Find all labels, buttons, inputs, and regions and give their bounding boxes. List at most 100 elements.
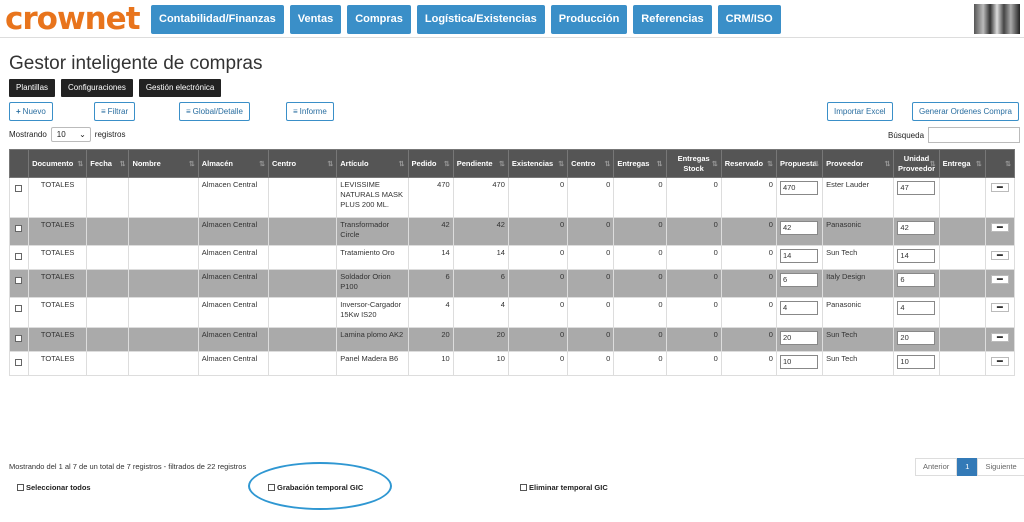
avatar[interactable]: [974, 4, 1020, 34]
unidad-proveedor-input[interactable]: 10: [897, 355, 936, 369]
nuevo-button[interactable]: + Nuevo: [9, 102, 53, 121]
tab-plantillas[interactable]: Plantillas: [9, 79, 56, 97]
tab-configuraciones[interactable]: Configuraciones: [61, 79, 133, 97]
column-header[interactable]: Fecha ⇅: [86, 149, 130, 178]
cell-entregas-stock: 0: [665, 177, 722, 218]
propuesta-input[interactable]: 10: [779, 355, 818, 369]
importar-excel-button[interactable]: Importar Excel: [827, 102, 893, 121]
column-header[interactable]: Pedido ⇅: [407, 149, 454, 178]
cell-entregas-stock: 0: [665, 327, 722, 352]
prev-page-button[interactable]: Anterior: [915, 458, 958, 476]
nav-produccion[interactable]: Producción: [550, 5, 628, 34]
table-row[interactable]: TOTALES Almacen Central Soldador Orion P10…: [8, 269, 1016, 298]
truck-icon[interactable]: ▬: [990, 333, 1009, 342]
cell-centro-qty: 0: [567, 351, 615, 376]
global-detalle-button[interactable]: ≡ Global/Detalle: [179, 102, 250, 121]
truck-icon[interactable]: ▬: [990, 303, 1009, 312]
column-header[interactable]: Proveedor ⇅: [822, 149, 895, 178]
unidad-proveedor-input[interactable]: 14: [897, 249, 936, 263]
column-header[interactable]: Entrega ⇅: [938, 149, 986, 178]
unidad-proveedor-input[interactable]: 20: [897, 331, 936, 345]
informe-button[interactable]: ≡ Informe: [286, 102, 334, 121]
unidad-proveedor-input[interactable]: 47: [897, 181, 936, 195]
eliminar-temporal-checkbox[interactable]: Eliminar temporal GIC: [520, 483, 608, 492]
column-header[interactable]: Almacén ⇅: [197, 149, 269, 178]
generar-ordenes-button[interactable]: Generar Ordenes Compra: [912, 102, 1019, 121]
entries-control: Mostrando 10 ⌄ registros: [9, 127, 125, 142]
filtrar-button[interactable]: ≡ Filtrar: [94, 102, 136, 121]
cell-pedido: 6: [407, 269, 454, 298]
column-header[interactable]: Unidad Proveedor ⇅: [893, 149, 940, 178]
cell-fecha: [86, 297, 130, 328]
entries-select[interactable]: 10 ⌄: [50, 127, 91, 142]
nav-referencias[interactable]: Referencias: [633, 5, 712, 34]
search-input[interactable]: [928, 127, 1021, 143]
select-all-label: Seleccionar todos: [26, 483, 91, 492]
cell-almacen: Almacen Central: [197, 297, 269, 328]
nuevo-label: Nuevo: [22, 107, 46, 116]
truck-icon[interactable]: ▬: [990, 251, 1009, 260]
row-checkbox[interactable]: [8, 245, 30, 270]
column-header-label: Entregas: [617, 158, 650, 168]
propuesta-input[interactable]: 42: [779, 221, 818, 235]
column-header[interactable]: Nombre ⇅: [128, 149, 199, 178]
checkbox-icon: [15, 277, 22, 284]
table-row[interactable]: TOTALES Almacen Central Panel Madera B6 10 1…: [8, 351, 1016, 376]
row-checkbox[interactable]: [8, 351, 30, 376]
cell-articulo: Lamina plomo AK2: [336, 327, 409, 352]
column-header[interactable]: Existencias ⇅: [507, 149, 569, 178]
column-header[interactable]: Entregas ⇅: [613, 149, 667, 178]
cell-entrega: [938, 177, 986, 218]
column-header[interactable]: Entregas Stock ⇅: [665, 149, 722, 178]
page-1-button[interactable]: 1: [957, 458, 978, 476]
unidad-proveedor-input[interactable]: 42: [897, 221, 936, 235]
column-header[interactable]: Pendiente ⇅: [452, 149, 509, 178]
column-header[interactable]: Propuesta ⇅: [775, 149, 824, 178]
unidad-proveedor-input[interactable]: 6: [897, 273, 936, 287]
column-header[interactable]: Centro ⇅: [567, 149, 615, 178]
column-header[interactable]: Centro ⇅: [267, 149, 338, 178]
column-header[interactable]: Reservado ⇅: [720, 149, 777, 178]
propuesta-input[interactable]: 14: [779, 249, 818, 263]
cell-centro-qty: 0: [567, 245, 615, 270]
table-row[interactable]: TOTALES Almacen Central Tratamiento Oro 14 1…: [8, 245, 1016, 270]
truck-icon[interactable]: ▬: [990, 357, 1009, 366]
nav-crm-iso[interactable]: CRM/ISO: [717, 5, 781, 34]
unidad-proveedor-input[interactable]: 4: [897, 301, 936, 315]
logo[interactable]: crownet: [5, 1, 141, 37]
table-row[interactable]: TOTALES Almacen Central Inversor-Cargador …: [8, 297, 1016, 328]
cell-action: ▬: [984, 297, 1016, 328]
row-checkbox[interactable]: [8, 177, 30, 218]
truck-icon[interactable]: ▬: [990, 223, 1009, 232]
column-header[interactable]: Documento ⇅: [28, 149, 88, 178]
select-all-checkbox[interactable]: Seleccionar todos: [17, 483, 91, 492]
tab-gestion-electronica[interactable]: Gestión electrónica: [138, 79, 222, 97]
propuesta-input[interactable]: 6: [779, 273, 818, 287]
row-checkbox[interactable]: [8, 327, 30, 352]
propuesta-input[interactable]: 4: [779, 301, 818, 315]
cell-unidad: 6: [893, 269, 940, 298]
column-header-label: Documento: [32, 158, 74, 168]
column-header[interactable]: ⇅: [984, 149, 1016, 178]
nav-logistica[interactable]: Logística/Existencias: [416, 5, 545, 34]
cell-almacen: Almacen Central: [197, 351, 269, 376]
table-row[interactable]: TOTALES Almacen Central Lamina plomo AK2 20…: [8, 327, 1016, 352]
nav-compras[interactable]: Compras: [347, 5, 411, 34]
cell-pedido: 470: [407, 177, 454, 218]
column-header[interactable]: Artículo ⇅: [336, 149, 409, 178]
row-checkbox[interactable]: [8, 297, 30, 328]
truck-icon[interactable]: ▬: [990, 183, 1009, 192]
table-row[interactable]: TOTALES Almacen Central Transformador Circ…: [8, 217, 1016, 246]
propuesta-input[interactable]: 20: [779, 331, 818, 345]
nav-ventas[interactable]: Ventas: [289, 5, 342, 34]
propuesta-input[interactable]: 470: [779, 181, 818, 195]
truck-icon[interactable]: ▬: [990, 275, 1009, 284]
row-checkbox[interactable]: [8, 269, 30, 298]
row-checkbox[interactable]: [8, 217, 30, 246]
cell-pendiente: 14: [452, 245, 509, 270]
table-row[interactable]: TOTALES Almacen Central LEVISSIME NATURALS…: [8, 177, 1016, 218]
column-header-label: Reservado: [724, 158, 764, 168]
pagination: Anterior 1 Siguiente: [915, 458, 1024, 476]
next-page-button[interactable]: Siguiente: [977, 458, 1024, 476]
nav-contabilidad[interactable]: Contabilidad/Finanzas: [151, 5, 284, 34]
